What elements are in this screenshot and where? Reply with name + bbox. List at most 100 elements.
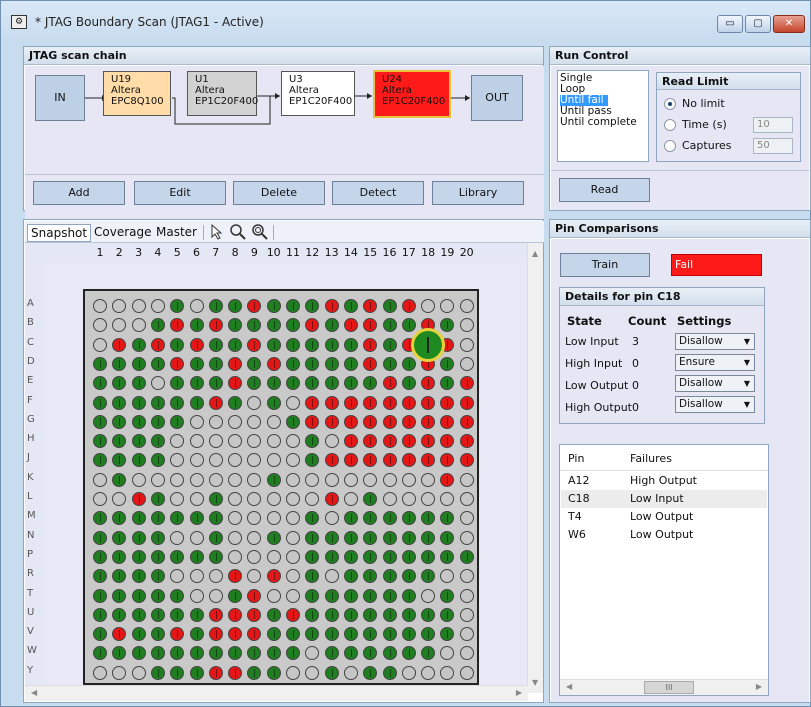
pin-G5[interactable] xyxy=(170,414,185,429)
setting-dropdown[interactable]: Ensure ▼ xyxy=(675,354,755,371)
pin-F15[interactable] xyxy=(363,395,378,410)
table-row[interactable]: W6 Low Output xyxy=(561,526,776,544)
pin-A5[interactable] xyxy=(170,299,185,313)
pin-T1[interactable] xyxy=(93,588,107,603)
pin-C5[interactable] xyxy=(170,337,185,352)
pin-G14[interactable] xyxy=(343,414,358,429)
pin-N1[interactable] xyxy=(93,530,107,545)
chain-device-u24[interactable]: U24 Altera EP1C20F400 xyxy=(373,70,451,118)
pin-D3[interactable] xyxy=(131,356,146,371)
pin-R20[interactable] xyxy=(459,569,474,584)
time-radio[interactable] xyxy=(664,119,676,131)
pin-V18[interactable] xyxy=(421,627,436,642)
pin-L4[interactable] xyxy=(150,492,165,506)
pin-J13[interactable] xyxy=(324,453,339,468)
pin-E6[interactable] xyxy=(189,376,204,391)
pin-U3[interactable] xyxy=(131,607,146,622)
pin-grid-canvas[interactable] xyxy=(45,263,528,693)
pin-U16[interactable] xyxy=(382,607,397,622)
pin-U18[interactable] xyxy=(421,607,436,622)
pin-H2[interactable] xyxy=(112,434,127,449)
pin-V14[interactable] xyxy=(343,627,358,642)
pin-H13[interactable] xyxy=(324,434,339,449)
pin-F17[interactable] xyxy=(401,395,416,410)
pin-Y4[interactable] xyxy=(150,665,165,680)
pin-E11[interactable] xyxy=(286,376,300,391)
pin-C2[interactable] xyxy=(112,337,127,352)
pin-P2[interactable] xyxy=(112,549,127,564)
scroll-right-arrow-icon[interactable]: ▶ xyxy=(516,688,522,697)
pin-Y14[interactable] xyxy=(343,665,358,680)
pin-W4[interactable] xyxy=(150,646,165,661)
pin-K11[interactable] xyxy=(286,472,300,487)
pin-B17[interactable] xyxy=(401,318,416,333)
pin-H1[interactable] xyxy=(93,434,107,449)
pin-N18[interactable] xyxy=(421,530,436,545)
pin-W13[interactable] xyxy=(324,646,339,661)
pin-F3[interactable] xyxy=(131,395,146,410)
pin-G7[interactable] xyxy=(208,414,223,429)
pin-U2[interactable] xyxy=(112,607,127,622)
pin-B8[interactable] xyxy=(228,318,243,333)
pin-E7[interactable] xyxy=(208,376,223,391)
pin-U8[interactable] xyxy=(228,607,243,622)
tab-snapshot[interactable]: Snapshot xyxy=(27,224,92,242)
pin-A11[interactable] xyxy=(286,299,300,313)
pin-W5[interactable] xyxy=(170,646,185,661)
pin-F4[interactable] xyxy=(150,395,165,410)
pin-Y3[interactable] xyxy=(131,665,146,680)
pin-W1[interactable] xyxy=(93,646,107,661)
pin-B14[interactable] xyxy=(343,318,358,333)
pin-B19[interactable] xyxy=(440,318,455,333)
pin-K3[interactable] xyxy=(131,472,146,487)
pin-E4[interactable] xyxy=(150,376,165,391)
pin-J14[interactable] xyxy=(343,453,358,468)
pin-P14[interactable] xyxy=(343,549,358,564)
pin-T16[interactable] xyxy=(382,588,397,603)
pin-A19[interactable] xyxy=(440,299,455,313)
pin-J2[interactable] xyxy=(112,453,127,468)
read-button[interactable]: Read xyxy=(559,178,650,202)
pin-D5[interactable] xyxy=(170,356,185,371)
table-row[interactable]: A12 High Output xyxy=(561,472,776,490)
pin-R1[interactable] xyxy=(93,569,107,584)
run-mode-list[interactable]: Single Loop Until fail Until pass Until … xyxy=(557,70,649,162)
pin-H3[interactable] xyxy=(131,434,146,449)
pin-K19[interactable] xyxy=(440,472,455,487)
pin-N11[interactable] xyxy=(286,530,300,545)
library-button[interactable]: Library xyxy=(432,181,524,205)
pin-L2[interactable] xyxy=(112,492,127,506)
pin-V15[interactable] xyxy=(363,627,378,642)
pin-J9[interactable] xyxy=(247,453,262,468)
edit-button[interactable]: Edit xyxy=(134,181,226,205)
pin-M12[interactable] xyxy=(305,511,320,526)
pin-L3[interactable] xyxy=(131,492,146,506)
pin-P15[interactable] xyxy=(363,549,378,564)
pin-H14[interactable] xyxy=(343,434,358,449)
pin-M7[interactable] xyxy=(208,511,223,526)
scroll-down-arrow-icon[interactable]: ▼ xyxy=(532,678,538,687)
pin-J5[interactable] xyxy=(170,453,185,468)
pin-Y19[interactable] xyxy=(440,665,455,680)
pin-C1[interactable] xyxy=(93,337,107,352)
pin-L17[interactable] xyxy=(401,492,416,506)
pin-L7[interactable] xyxy=(208,492,223,506)
pin-D13[interactable] xyxy=(324,356,339,371)
pin-P3[interactable] xyxy=(131,549,146,564)
pin-P18[interactable] xyxy=(421,549,436,564)
scroll-thumb[interactable]: III xyxy=(644,681,694,694)
pin-C11[interactable] xyxy=(286,337,300,352)
pin-U10[interactable] xyxy=(266,607,281,622)
pin-L8[interactable] xyxy=(228,492,243,506)
pin-L16[interactable] xyxy=(382,492,397,506)
pin-N8[interactable] xyxy=(228,530,243,545)
pin-R3[interactable] xyxy=(131,569,146,584)
pin-G6[interactable] xyxy=(189,414,204,429)
pin-C10[interactable] xyxy=(266,337,281,352)
pin-L1[interactable] xyxy=(93,492,107,506)
pin-B6[interactable] xyxy=(189,318,204,333)
pin-V10[interactable] xyxy=(266,627,281,642)
pin-M1[interactable] xyxy=(93,511,107,526)
pin-K6[interactable] xyxy=(189,472,204,487)
pin-D9[interactable] xyxy=(247,356,262,371)
